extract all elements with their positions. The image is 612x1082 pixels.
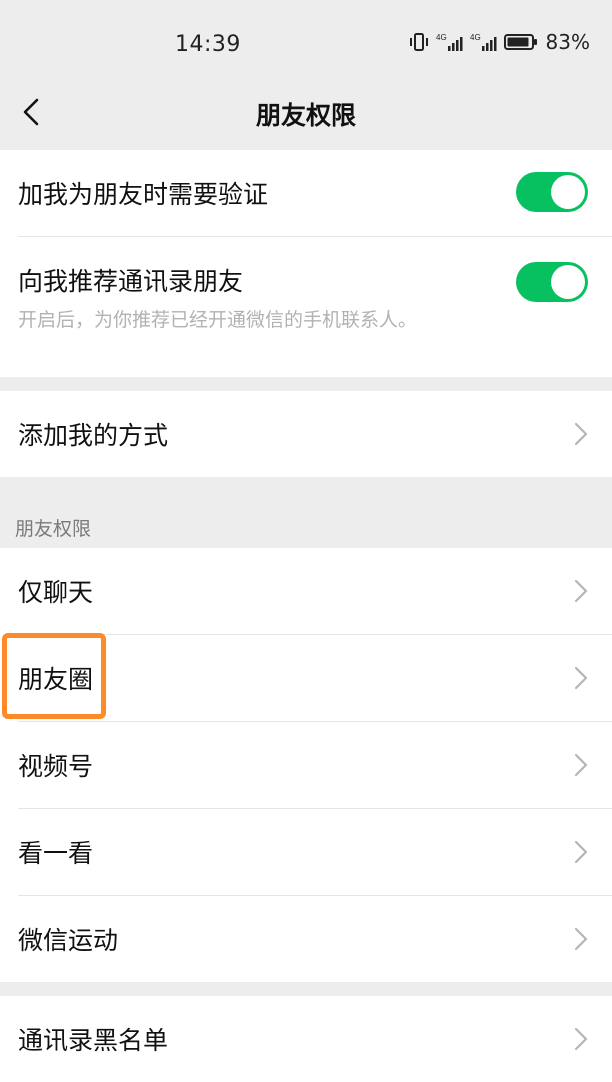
signal-4g-icon: 4G [470, 33, 497, 51]
chevron-right-icon [574, 840, 588, 864]
require-verify-label: 加我为朋友时需要验证 [18, 180, 269, 209]
require-verify-toggle[interactable] [516, 172, 588, 212]
chevron-right-icon [574, 1027, 588, 1051]
list-item-label: 微信运动 [18, 926, 119, 955]
chevron-right-icon [574, 422, 588, 446]
toggle-knob [551, 265, 585, 299]
require-verify-row: 加我为朋友时需要验证 [0, 150, 612, 236]
chevron-right-icon [574, 666, 588, 690]
toggle-knob [551, 175, 585, 209]
chevron-right-icon [574, 927, 588, 951]
list-item-label: 通讯录黑名单 [18, 1026, 169, 1055]
add-method-label: 添加我的方式 [18, 421, 169, 450]
list-item-label: 朋友圈 [18, 665, 94, 694]
list-item-werun[interactable]: 微信运动 [0, 896, 612, 982]
recommend-contacts-label: 向我推荐通讯录朋友 [18, 267, 244, 296]
page-title: 朋友权限 [255, 101, 356, 130]
svg-text:4G: 4G [470, 33, 481, 42]
chevron-right-icon [574, 753, 588, 777]
battery-percent: 83% [545, 30, 590, 54]
status-time: 14:39 [175, 32, 241, 57]
list-item-top-stories[interactable]: 看一看 [0, 809, 612, 895]
add-method-group: 添加我的方式 [0, 391, 612, 477]
add-method-row[interactable]: 添加我的方式 [0, 391, 612, 477]
list-item-label: 仅聊天 [18, 578, 94, 607]
recommend-contacts-row: 向我推荐通讯录朋友 开启后，为你推荐已经开通微信的手机联系人。 [0, 237, 612, 377]
list-item-channels[interactable]: 视频号 [0, 722, 612, 808]
verify-group: 加我为朋友时需要验证 向我推荐通讯录朋友 开启后，为你推荐已经开通微信的手机联系… [0, 150, 612, 377]
status-bar: 14:39 4G 4G 83% [0, 0, 612, 90]
recommend-contacts-description: 开启后，为你推荐已经开通微信的手机联系人。 [18, 309, 418, 331]
signal-4g-icon: 4G [436, 33, 463, 51]
list-item-chat-only[interactable]: 仅聊天 [0, 548, 612, 634]
permissions-group: 仅聊天 朋友圈 视频号 看一看 微信运动 [0, 548, 612, 982]
recommend-contacts-toggle[interactable] [516, 262, 588, 302]
chevron-right-icon [574, 579, 588, 603]
list-item-blacklist[interactable]: 通讯录黑名单 [0, 996, 612, 1082]
list-item-label: 视频号 [18, 752, 94, 781]
battery-icon [503, 34, 537, 50]
status-icons: 4G 4G 83% [408, 30, 590, 54]
section-header-permissions: 朋友权限 [15, 518, 92, 540]
vibrate-icon [409, 33, 428, 51]
list-item-label: 看一看 [18, 839, 94, 868]
nav-bar: 朋友权限 [0, 90, 612, 150]
svg-text:4G: 4G [436, 33, 447, 42]
blacklist-group: 通讯录黑名单 [0, 996, 612, 1082]
list-item-moments[interactable]: 朋友圈 [0, 635, 612, 721]
